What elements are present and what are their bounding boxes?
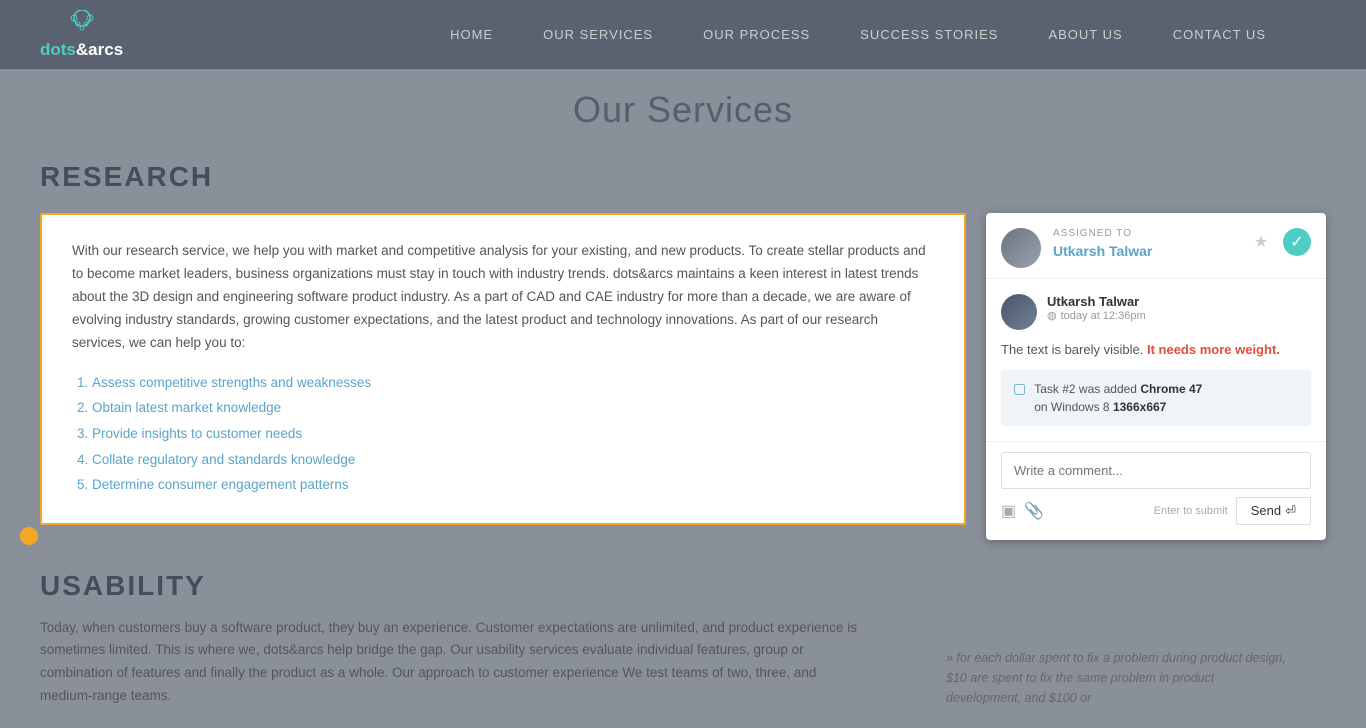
logo-text: dots&arcs [40, 40, 123, 60]
clock-icon: ◍ [1047, 309, 1057, 322]
comment-avatar [1001, 294, 1037, 330]
nav-about[interactable]: ABOUT US [1048, 27, 1122, 42]
assigned-label: ASSIGNED TO [1053, 228, 1247, 239]
check-icon[interactable]: ✓ [1283, 228, 1311, 256]
main-content: Our Services RESEARCH With our research … [0, 69, 1366, 728]
assigned-info: ASSIGNED TO Utkarsh Talwar [1053, 228, 1247, 261]
comment-section: Utkarsh Talwar ◍ today at 12:36pm The te… [986, 279, 1326, 442]
logo[interactable]: dots&arcs [40, 10, 123, 60]
nav-links: HOME OUR SERVICES OUR PROCESS SUCCESS ST… [450, 27, 1266, 42]
list-item: Provide insights to customer needs [92, 421, 934, 447]
research-section-title: RESEARCH [40, 161, 1326, 193]
send-button[interactable]: Send ⏎ [1236, 497, 1311, 525]
usability-body: Today, when customers buy a software pro… [40, 617, 860, 709]
submit-hint: Enter to submit [1052, 505, 1228, 517]
comment-time: ◍ today at 12:36pm [1047, 309, 1311, 322]
panel-header: ASSIGNED TO Utkarsh Talwar ★ ✓ [986, 213, 1326, 279]
list-item: Determine consumer engagement patterns [92, 472, 934, 498]
page-title: Our Services [40, 89, 1326, 131]
usability-section-title: USABILITY [40, 570, 1326, 602]
left-content: With our research service, we help you w… [40, 213, 966, 540]
task-info-box: ▢ Task #2 was added Chrome 47 on Windows… [1001, 370, 1311, 426]
content-grid: With our research service, we help you w… [40, 213, 1326, 540]
assigned-name[interactable]: Utkarsh Talwar [1053, 243, 1152, 259]
comment-toolbar: ▣ 📎 Enter to submit Send ⏎ [1001, 497, 1311, 525]
research-body: With our research service, we help you w… [72, 240, 934, 355]
nav-process[interactable]: OUR PROCESS [703, 27, 810, 42]
comment-panel: ASSIGNED TO Utkarsh Talwar ★ ✓ Utkarsh T… [986, 213, 1326, 540]
task-text: Task #2 was added Chrome 47 on Windows 8… [1034, 380, 1202, 416]
research-highlighted-box: With our research service, we help you w… [40, 213, 966, 525]
comment-username: Utkarsh Talwar [1047, 294, 1311, 309]
navbar: dots&arcs HOME OUR SERVICES OUR PROCESS … [0, 0, 1366, 69]
comment-user-row: Utkarsh Talwar ◍ today at 12:36pm [1001, 294, 1311, 330]
comment-text: The text is barely visible. It needs mor… [1001, 340, 1311, 360]
comment-meta: Utkarsh Talwar ◍ today at 12:36pm [1047, 294, 1311, 322]
list-item: Obtain latest market knowledge [92, 395, 934, 421]
nav-success[interactable]: SUCCESS STORIES [860, 27, 998, 42]
attachment-icon[interactable]: 📎 [1024, 501, 1044, 521]
nav-contact[interactable]: CONTACT US [1173, 27, 1266, 42]
nav-services[interactable]: OUR SERVICES [543, 27, 653, 42]
assignee-avatar [1001, 228, 1041, 268]
nav-home[interactable]: HOME [450, 27, 493, 42]
right-bottom-text: » for each dollar spent to fix a problem… [946, 648, 1286, 708]
bottom-section: USABILITY Today, when customers buy a so… [40, 570, 1326, 709]
task-icon: ▢ [1013, 380, 1026, 397]
comment-input[interactable] [1001, 452, 1311, 489]
comment-input-area: ▣ 📎 Enter to submit Send ⏎ [986, 442, 1326, 540]
research-list: Assess competitive strengths and weaknes… [72, 370, 934, 498]
crop-icon[interactable]: ▣ [1001, 501, 1016, 521]
panel-actions: ★ ✓ [1247, 228, 1311, 256]
star-icon[interactable]: ★ [1247, 228, 1275, 256]
list-item: Collate regulatory and standards knowled… [92, 447, 934, 473]
send-icon: ⏎ [1285, 503, 1296, 519]
list-item: Assess competitive strengths and weaknes… [92, 370, 934, 396]
